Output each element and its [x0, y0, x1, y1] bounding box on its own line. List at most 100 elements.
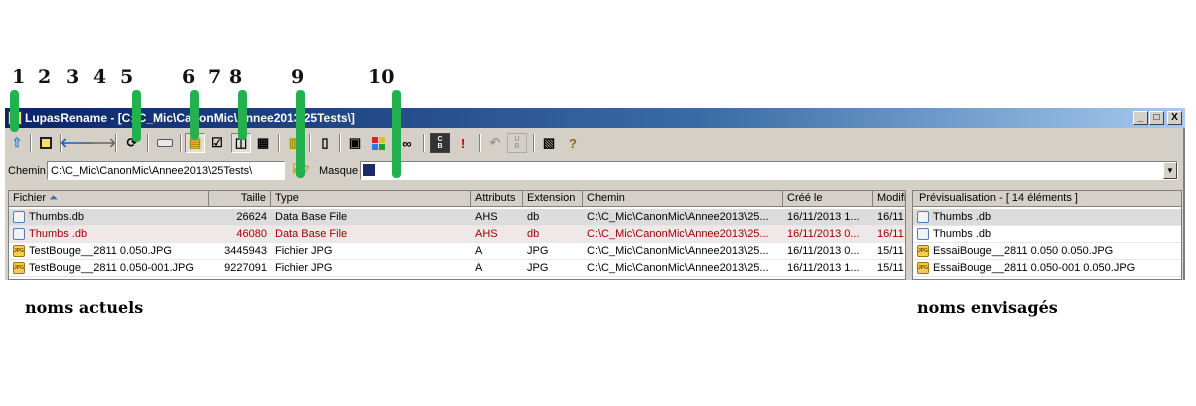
column-header-fichier[interactable]: Fichier ⏶	[9, 191, 209, 207]
caption-planned-names: noms envisagés	[917, 298, 1058, 317]
minimize-button[interactable]: _	[1133, 111, 1148, 125]
column-header-chemin[interactable]: Chemin	[583, 191, 783, 207]
annotation-number-9: 9	[291, 66, 305, 88]
table-row[interactable]: JPG TestBouge__2811 0.050-001.JPG 922709…	[9, 260, 905, 277]
annotation-number-2: 2	[38, 66, 52, 88]
cell-name: Thumbs .db	[29, 228, 88, 240]
cell-attrs: AHS	[475, 211, 498, 223]
toolbar-separator	[30, 134, 32, 152]
cell-size: 26624	[236, 211, 267, 223]
column-header-modifie[interactable]: Modifi	[873, 191, 905, 207]
annotation-number-5: 5	[120, 66, 134, 88]
preview-item[interactable]: Thumbs .db	[913, 226, 1181, 243]
jpg-file-icon: JPG	[13, 245, 25, 257]
annotation-number-6: 6	[182, 66, 196, 88]
toolbar-separator	[423, 134, 425, 152]
picture-icon[interactable]: ▣	[345, 133, 365, 153]
cell-created: 16/11/2013 0...	[787, 228, 860, 240]
file-icon	[13, 228, 25, 240]
masque-label: Masque	[319, 165, 359, 177]
cell-modified: 16/11	[877, 228, 904, 240]
cell-size: 9227091	[224, 262, 267, 274]
preview-item[interactable]: Thumbs .db	[913, 209, 1181, 226]
masque-input[interactable]	[360, 161, 1178, 180]
toolbar-separator	[278, 134, 280, 152]
jpg-file-icon: JPG	[13, 262, 25, 274]
annotation-number-3: 3	[66, 66, 80, 88]
cell-modified: 15/11	[877, 262, 904, 274]
toolbar-separator	[115, 134, 117, 152]
annotation-number-7: 7	[208, 66, 222, 88]
column-header-cree-le[interactable]: Créé le	[783, 191, 873, 207]
cell-attrs: A	[475, 262, 483, 274]
color-icon[interactable]	[368, 133, 388, 153]
undo-icon[interactable]: ↶	[485, 133, 505, 153]
preview-item[interactable]: JPG EssaiBouge__2811 0.050-001 0.050.JPG	[913, 260, 1181, 277]
jpg-file-icon: JPG	[917, 262, 929, 274]
file-icon	[13, 211, 25, 223]
column-header-extension[interactable]: Extension	[523, 191, 583, 207]
chemin-input[interactable]: C:\C_Mic\CanonMic\Annee2013\25Tests\	[47, 161, 285, 180]
file-icon	[917, 228, 929, 240]
annotation-arrow	[132, 90, 141, 142]
table-row[interactable]: Thumbs.db 26624 Data Base File AHS db C:…	[9, 209, 905, 226]
maximize-button[interactable]: □	[1149, 111, 1164, 125]
file-list: Fichier ⏶ Taille Type Attributs Extensio…	[8, 190, 906, 280]
cell-type: Data Base File	[275, 228, 348, 240]
question-icon[interactable]: ?	[563, 133, 583, 153]
annotation-arrow	[238, 90, 247, 140]
cell-ext: JPG	[527, 262, 549, 274]
forward-icon[interactable]: 🡒	[82, 133, 117, 153]
cell-type: Data Base File	[275, 211, 348, 223]
cell-created: 16/11/2013 0...	[787, 245, 860, 257]
annotation-arrow	[190, 90, 199, 140]
annotation-arrow	[10, 90, 19, 132]
exclamation-icon[interactable]: !	[453, 133, 473, 153]
properties-icon[interactable]	[36, 133, 56, 153]
cell-name: Thumbs.db	[29, 211, 85, 223]
table-row[interactable]: Thumbs .db 46080 Data Base File AHS db C…	[9, 226, 905, 243]
annotation-number-10: 10	[368, 66, 395, 88]
masque-icon	[363, 164, 375, 176]
toolbar-separator	[147, 134, 149, 152]
cell-size: 46080	[236, 228, 267, 240]
cell-ext: db	[527, 228, 540, 240]
column-header-taille[interactable]: Taille	[209, 191, 271, 207]
preview-item-name: Thumbs .db	[933, 211, 992, 223]
cell-path: C:\C_Mic\CanonMic\Annee2013\25...	[587, 245, 769, 257]
annotation-arrow	[392, 90, 401, 178]
preview-item-name: Thumbs .db	[933, 228, 992, 240]
document-icon[interactable]: ▯	[315, 133, 335, 153]
grid-view-icon[interactable]: ▦	[253, 133, 273, 153]
file-icon	[917, 211, 929, 223]
help-book-icon[interactable]: ▧	[539, 133, 559, 153]
cell-name: TestBouge__2811 0.050-001.JPG	[29, 262, 194, 274]
cell-path: C:\C_Mic\CanonMic\Annee2013\25...	[587, 262, 769, 274]
toolbar-separator	[479, 134, 481, 152]
preview-item[interactable]: JPG EssaiBouge__2811 0.050 0.050.JPG	[913, 243, 1181, 260]
jpg-file-icon: JPG	[917, 245, 929, 257]
masque-dropdown-button[interactable]: ▼	[1163, 162, 1177, 179]
toolbar-separator	[533, 134, 535, 152]
up-arrow-icon[interactable]: ⇧	[7, 133, 27, 153]
cell-path: C:\C_Mic\CanonMic\Annee2013\25...	[587, 228, 769, 240]
cell-path: C:\C_Mic\CanonMic\Annee2013\25...	[587, 211, 769, 223]
cell-created: 16/11/2013 1...	[787, 211, 860, 223]
cell-ext: JPG	[527, 245, 549, 257]
caption-current-names: noms actuels	[25, 298, 144, 317]
column-header-type[interactable]: Type	[271, 191, 471, 207]
cell-modified: 16/11	[877, 211, 904, 223]
close-button[interactable]: X	[1167, 111, 1182, 125]
title-bar[interactable]: LupasRename - [C:\C_Mic\CanonMic\Annee20…	[5, 108, 1185, 128]
table-row[interactable]: JPG TestBouge__2811 0.050.JPG 3445943 Fi…	[9, 243, 905, 260]
undo-bat-icon[interactable]: UB	[507, 133, 527, 153]
checklist-icon[interactable]: ☑	[207, 133, 227, 153]
sort-ascending-icon: ⏶	[49, 192, 58, 204]
column-header-attributs[interactable]: Attributs	[471, 191, 523, 207]
cmd-bat-icon[interactable]: CB	[430, 133, 450, 153]
cell-size: 3445943	[224, 245, 267, 257]
preview-header[interactable]: Prévisualisation - [ 14 éléments ]	[913, 191, 1181, 207]
preview-item-name: EssaiBouge__2811 0.050-001 0.050.JPG	[933, 262, 1136, 274]
drive-icon[interactable]	[155, 133, 175, 153]
toolbar-separator	[309, 134, 311, 152]
